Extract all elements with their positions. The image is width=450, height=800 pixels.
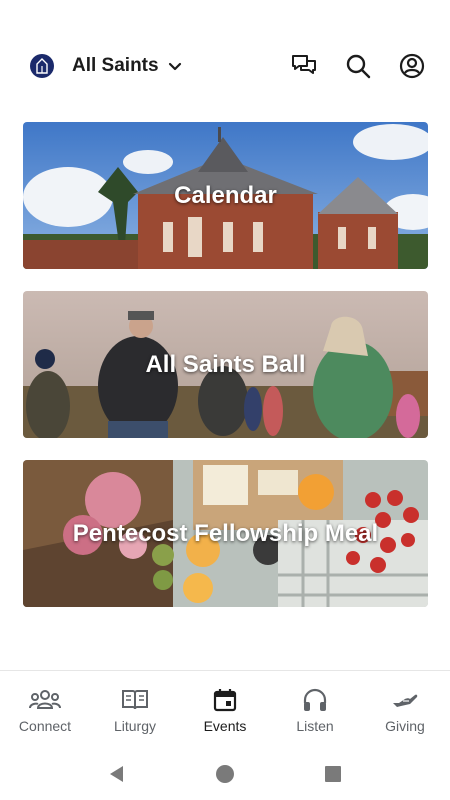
card-title: All Saints Ball: [145, 350, 306, 378]
nav-label: Giving: [385, 717, 425, 734]
nav-label: Events: [203, 717, 247, 734]
top-bar: All Saints: [0, 44, 450, 88]
bottom-nav: Connect Liturgy Events Listen Giving: [0, 670, 450, 748]
book-icon: [121, 686, 149, 714]
recents-square-icon[interactable]: [323, 764, 343, 784]
headphones-icon: [302, 686, 328, 714]
card-title: Calendar: [174, 181, 277, 209]
nav-label: Connect: [18, 717, 72, 734]
nav-label: Listen: [296, 717, 334, 734]
card-title: Pentecost Fellowship Meal: [72, 519, 379, 547]
nav-listen[interactable]: Listen: [270, 671, 360, 748]
church-logo-icon[interactable]: [30, 54, 54, 78]
giving-hand-icon: [391, 686, 419, 714]
nav-label: Liturgy: [113, 717, 157, 734]
church-name[interactable]: All Saints: [72, 55, 159, 77]
people-icon: [29, 686, 61, 714]
search-icon[interactable]: [344, 52, 372, 80]
system-nav-bar: [0, 748, 450, 800]
card-calendar[interactable]: Calendar: [23, 122, 428, 269]
account-icon[interactable]: [398, 52, 426, 80]
status-bar: [0, 0, 450, 28]
chat-icon[interactable]: [290, 52, 318, 80]
nav-connect[interactable]: Connect: [0, 671, 90, 748]
calendar-icon: [213, 686, 237, 714]
event-cards: Calendar All Saints Ball Pentecost Fello…: [23, 122, 428, 629]
card-all-saints-ball[interactable]: All Saints Ball: [23, 291, 428, 438]
back-triangle-icon[interactable]: [107, 764, 127, 784]
nav-giving[interactable]: Giving: [360, 671, 450, 748]
home-circle-icon[interactable]: [215, 764, 235, 784]
nav-events[interactable]: Events: [180, 671, 270, 748]
card-pentecost-fellowship-meal[interactable]: Pentecost Fellowship Meal: [23, 460, 428, 607]
nav-liturgy[interactable]: Liturgy: [90, 671, 180, 748]
chevron-down-icon[interactable]: [167, 58, 183, 74]
